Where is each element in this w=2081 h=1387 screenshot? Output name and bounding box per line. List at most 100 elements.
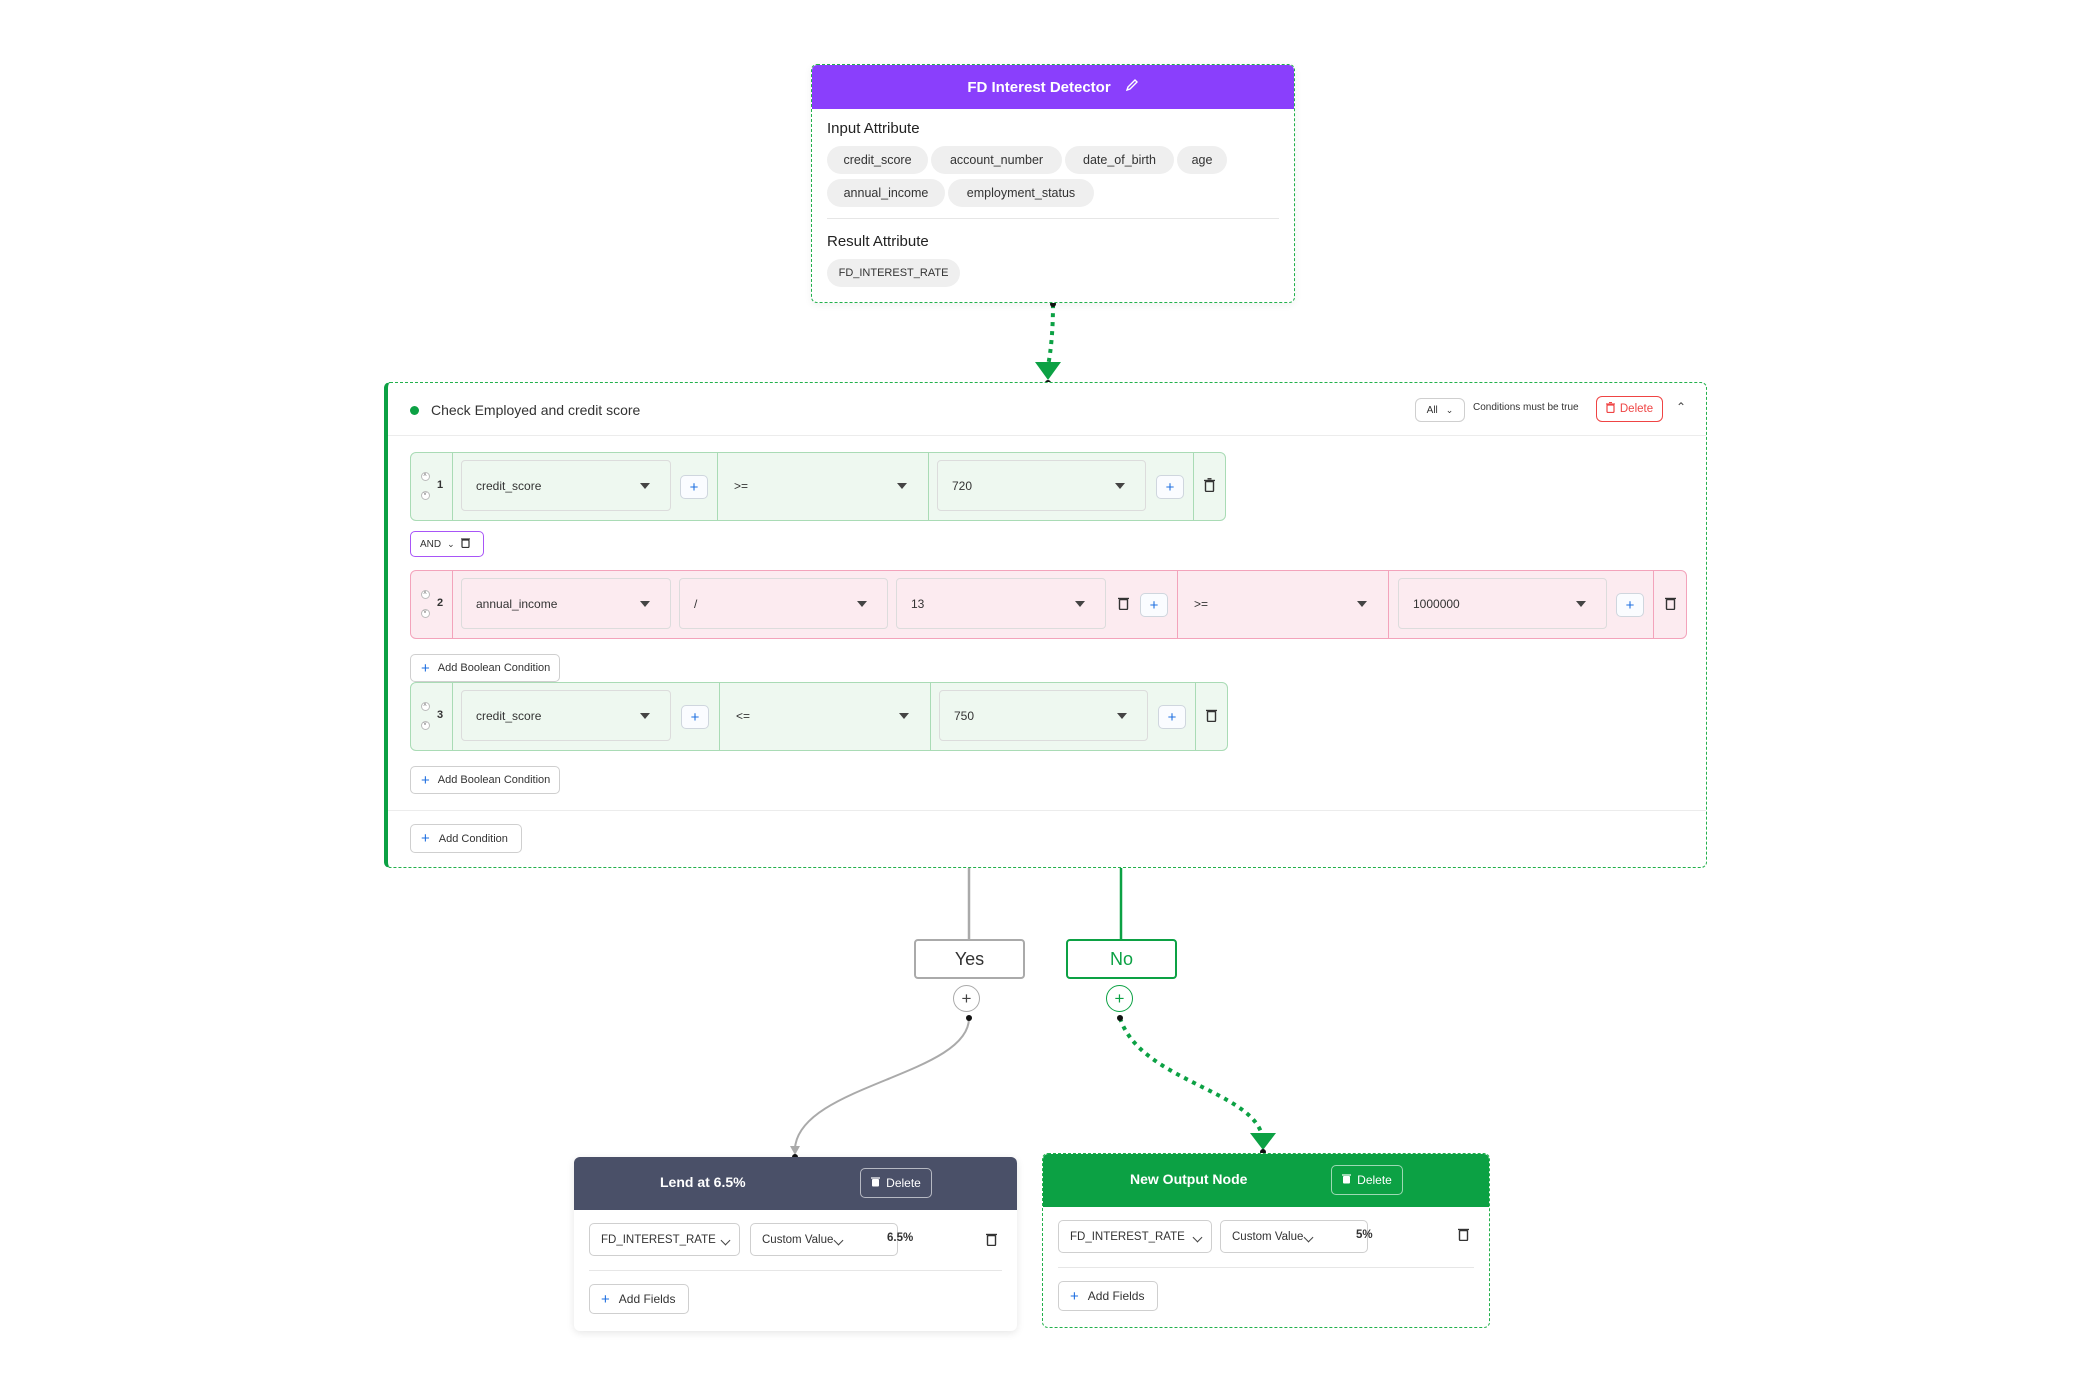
input-attribute-label: Input Attribute xyxy=(827,120,920,137)
delete-output-button[interactable]: Delete xyxy=(1331,1165,1403,1195)
add-fields-button[interactable]: + Add Fields xyxy=(589,1284,689,1314)
delete-label: Delete xyxy=(1619,403,1654,415)
value-type-select[interactable]: Custom Value xyxy=(1220,1220,1368,1253)
operator-select[interactable]: <= xyxy=(721,690,930,741)
output-value[interactable]: 5% xyxy=(1356,1229,1373,1241)
caret-down-icon xyxy=(640,601,650,607)
caret-down-icon xyxy=(640,713,650,719)
add-expression-button[interactable]: + xyxy=(680,475,708,499)
condition-row-2: ˄ ˅ 2 annual_income / 13 + >= 1000000 + xyxy=(410,570,1687,639)
trash-icon[interactable] xyxy=(460,537,470,551)
move-down-icon[interactable]: ˅ xyxy=(420,609,430,618)
field-select[interactable]: credit_score xyxy=(461,690,671,741)
reorder-arrows[interactable]: ˄ ˅ xyxy=(420,590,430,618)
caret-down-icon xyxy=(899,713,909,719)
logic-connector-select[interactable]: AND ⌄ xyxy=(410,531,484,557)
caret-down-icon xyxy=(1115,483,1125,489)
add-boolean-label: Add Boolean Condition xyxy=(437,662,551,674)
plus-icon: + xyxy=(601,1290,610,1308)
output-value[interactable]: 6.5% xyxy=(887,1232,913,1244)
condition-row-1: ˄ ˅ 1 credit_score + >= 720 + xyxy=(410,452,1226,521)
operator-select[interactable]: >= xyxy=(1179,578,1388,629)
math-value-select[interactable]: 13 xyxy=(896,578,1106,629)
delete-label: Delete xyxy=(1357,1173,1392,1187)
top-node-fd-interest-detector[interactable]: FD Interest Detector Input Attribute cre… xyxy=(811,64,1295,303)
chevron-up-icon[interactable]: ⌃ xyxy=(1676,400,1686,414)
divider xyxy=(930,683,931,750)
trash-icon[interactable] xyxy=(986,1232,1000,1248)
add-expression-button[interactable]: + xyxy=(1158,705,1186,729)
value-select[interactable]: 750 xyxy=(939,690,1148,741)
operator-value: >= xyxy=(734,478,749,493)
move-up-icon[interactable]: ˄ xyxy=(420,702,430,711)
field-select[interactable]: credit_score xyxy=(461,460,671,511)
chevron-down-icon: ⌄ xyxy=(447,538,455,549)
operator-select[interactable]: >= xyxy=(719,460,928,511)
add-expression-button[interactable]: + xyxy=(681,705,709,729)
trash-icon[interactable] xyxy=(1118,596,1132,612)
top-node-title: FD Interest Detector xyxy=(967,78,1111,96)
edge-arrowhead xyxy=(1035,362,1061,380)
no-branch-label[interactable]: No xyxy=(1066,939,1177,979)
input-chip: account_number xyxy=(931,146,1062,174)
add-yes-node-button[interactable]: + xyxy=(953,985,980,1012)
output-field-select[interactable]: FD_INTEREST_RATE xyxy=(1058,1220,1212,1253)
result-attribute-label: Result Attribute xyxy=(827,233,929,250)
output-field-value: FD_INTEREST_RATE xyxy=(1070,1230,1185,1243)
trash-icon[interactable] xyxy=(1458,1227,1472,1243)
move-up-icon[interactable]: ˄ xyxy=(420,472,430,481)
caret-down-icon xyxy=(1576,601,1586,607)
row-number: 1 xyxy=(437,479,444,491)
output-node-lend[interactable]: Lend at 6.5% Delete FD_INTEREST_RATE Cus… xyxy=(574,1157,1017,1331)
value-select[interactable]: 720 xyxy=(937,460,1146,511)
add-expression-button[interactable]: + xyxy=(1156,475,1184,499)
move-up-icon[interactable]: ˄ xyxy=(420,590,430,599)
value-type-select[interactable]: Custom Value xyxy=(750,1223,898,1256)
trash-icon[interactable] xyxy=(1206,708,1220,724)
math-value-text: 13 xyxy=(911,596,925,611)
delete-output-button[interactable]: Delete xyxy=(860,1168,932,1198)
caret-down-icon xyxy=(1117,713,1127,719)
add-fields-button[interactable]: + Add Fields xyxy=(1058,1281,1158,1311)
value-type-text: Custom Value xyxy=(762,1233,834,1246)
output-node-header: Lend at 6.5% Delete xyxy=(574,1157,1017,1210)
match-mode-select[interactable]: All ⌄ xyxy=(1415,398,1465,422)
add-no-node-button[interactable]: + xyxy=(1106,985,1133,1012)
reorder-arrows[interactable]: ˄ ˅ xyxy=(420,702,430,730)
condition-node[interactable]: Check Employed and credit score All ⌄ Co… xyxy=(384,382,1707,868)
pencil-icon[interactable] xyxy=(1125,78,1139,96)
math-operator-select[interactable]: / xyxy=(679,578,888,629)
output-node-title: Lend at 6.5% xyxy=(660,1174,746,1190)
edge-no-to-output xyxy=(1118,1017,1264,1136)
output-node-new[interactable]: New Output Node Delete FD_INTEREST_RATE … xyxy=(1042,1153,1490,1328)
trash-icon[interactable] xyxy=(1665,596,1679,612)
row-number: 2 xyxy=(437,597,444,609)
move-down-icon[interactable]: ˅ xyxy=(420,721,430,730)
divider xyxy=(589,1270,1002,1271)
output-node-title: New Output Node xyxy=(1130,1171,1248,1187)
operator-value: <= xyxy=(736,708,751,723)
input-chip: annual_income xyxy=(827,179,945,207)
add-condition-button[interactable]: + Add Condition xyxy=(410,824,522,853)
row-number-cell: ˄ ˅ 2 xyxy=(411,571,453,638)
field-select[interactable]: annual_income xyxy=(461,578,671,629)
output-field-select[interactable]: FD_INTEREST_RATE xyxy=(589,1223,740,1256)
move-down-icon[interactable]: ˅ xyxy=(420,491,430,500)
reorder-arrows[interactable]: ˄ ˅ xyxy=(420,472,430,500)
add-fields-label: Add Fields xyxy=(1087,1289,1145,1303)
field-value: annual_income xyxy=(476,596,558,611)
trash-icon[interactable] xyxy=(1204,478,1218,494)
add-expression-button[interactable]: + xyxy=(1140,593,1168,617)
divider xyxy=(827,218,1279,219)
value-select[interactable]: 1000000 xyxy=(1398,578,1607,629)
delete-condition-button[interactable]: Delete xyxy=(1596,396,1663,422)
add-boolean-condition-button[interactable]: + Add Boolean Condition xyxy=(410,654,560,682)
chevron-down-icon xyxy=(1192,1232,1203,1243)
yes-branch-label[interactable]: Yes xyxy=(914,939,1025,979)
add-boolean-condition-button[interactable]: + Add Boolean Condition xyxy=(410,766,560,794)
add-expression-button[interactable]: + xyxy=(1616,593,1644,617)
divider xyxy=(928,453,929,520)
chevron-down-icon: ⌄ xyxy=(1445,404,1454,415)
chevron-down-icon xyxy=(833,1235,844,1246)
field-value: credit_score xyxy=(476,478,542,493)
